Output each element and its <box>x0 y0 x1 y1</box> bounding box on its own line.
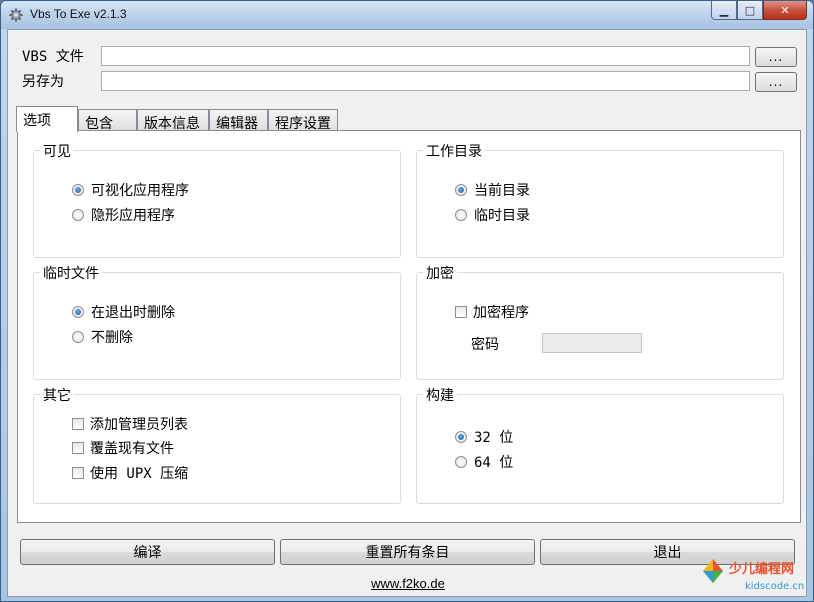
compile-button[interactable]: 编译 <box>20 539 275 565</box>
tab-editor[interactable]: 编辑器 <box>209 109 268 132</box>
radio-label: 隐形应用程序 <box>91 208 175 224</box>
radio-indicator <box>455 184 467 196</box>
radio-64-bit[interactable]: 64 位 <box>455 452 513 472</box>
checkbox-label: 覆盖现有文件 <box>90 441 174 457</box>
radio-indicator <box>455 209 467 221</box>
workdir-group: 工作目录 当前目录 临时目录 <box>416 141 784 258</box>
exit-label: 退出 <box>653 545 682 561</box>
radio-indicator <box>455 431 467 443</box>
checkbox-label: 添加管理员列表 <box>90 417 188 433</box>
vbs-file-input[interactable] <box>101 46 750 66</box>
radio-label: 在退出时删除 <box>91 305 175 321</box>
tab-version-info[interactable]: 版本信息 <box>137 109 209 132</box>
browse-vbs-label: ... <box>768 50 784 64</box>
save-as-input[interactable] <box>101 71 750 91</box>
minimize-button[interactable]: ▁ <box>711 1 737 20</box>
checkbox-add-admin-manifest[interactable]: 添加管理员列表 <box>72 414 188 434</box>
radio-indicator <box>72 306 84 318</box>
radio-indicator <box>455 456 467 468</box>
tab-options[interactable]: 选项 <box>16 106 78 132</box>
encrypt-group: 加密 加密程序 密码 <box>416 263 784 380</box>
radio-label: 64 位 <box>474 455 514 471</box>
reset-all-button[interactable]: 重置所有条目 <box>280 539 535 565</box>
password-label: 密码 <box>471 337 499 353</box>
website-link-text: www.f2ko.de <box>371 576 445 591</box>
checkbox-encrypt-program[interactable]: 加密程序 <box>455 302 529 322</box>
checkbox-upx-compress[interactable]: 使用 UPX 压缩 <box>72 463 188 483</box>
checkbox-indicator <box>72 467 84 479</box>
browse-save-button[interactable]: ... <box>755 72 797 92</box>
svg-text:kidscode.cn: kidscode.cn <box>745 581 804 592</box>
checkbox-label: 加密程序 <box>473 305 529 321</box>
svg-text:少儿编程网: 少儿编程网 <box>728 561 794 577</box>
close-button[interactable]: ✕ <box>763 1 807 20</box>
radio-label: 可视化应用程序 <box>91 183 189 199</box>
compile-label: 编译 <box>133 545 162 561</box>
workdir-group-title: 工作目录 <box>423 141 485 161</box>
other-group: 其它 添加管理员列表 覆盖现有文件 使用 UPX 压缩 <box>33 385 401 504</box>
reset-all-label: 重置所有条目 <box>365 545 450 561</box>
radio-label: 不删除 <box>91 330 133 346</box>
visible-group: 可见 可视化应用程序 隐形应用程序 <box>33 141 401 258</box>
radio-indicator <box>72 209 84 221</box>
encrypt-group-title: 加密 <box>423 263 457 283</box>
radio-delete-on-exit[interactable]: 在退出时删除 <box>72 302 175 322</box>
checkbox-label: 使用 UPX 压缩 <box>90 466 189 482</box>
app-window: Vbs To Exe v2.1.3 ▁ □ ✕ VBS 文件 ... 另存为 .… <box>0 0 814 602</box>
save-as-label: 另存为 <box>22 74 64 90</box>
tab-include[interactable]: 包含 <box>78 109 137 132</box>
options-panel: 可见 可视化应用程序 隐形应用程序 工作目录 当前目录 临时目录 临时文件 在退… <box>17 130 801 523</box>
vbs-file-label: VBS 文件 <box>22 49 84 65</box>
build-group-title: 构建 <box>423 385 457 405</box>
gear-icon <box>9 8 23 22</box>
caption-buttons: ▁ □ ✕ <box>711 1 807 21</box>
build-group: 构建 32 位 64 位 <box>416 385 784 504</box>
close-icon: ✕ <box>780 3 790 17</box>
radio-label: 32 位 <box>474 430 514 446</box>
radio-current-dir[interactable]: 当前目录 <box>455 180 530 200</box>
minimize-icon: ▁ <box>719 3 729 17</box>
radio-label: 临时目录 <box>474 208 530 224</box>
radio-invisible-app[interactable]: 隐形应用程序 <box>72 205 175 225</box>
browse-vbs-button[interactable]: ... <box>755 47 797 67</box>
radio-temp-dir[interactable]: 临时目录 <box>455 205 530 225</box>
password-input[interactable] <box>542 333 642 353</box>
visible-group-title: 可见 <box>40 141 74 161</box>
radio-do-not-delete[interactable]: 不删除 <box>72 327 133 347</box>
kidscode-watermark-logo: 少儿编程网 kidscode.cn <box>703 559 804 592</box>
tempfiles-group-title: 临时文件 <box>40 263 102 283</box>
other-group-title: 其它 <box>40 385 74 405</box>
radio-32-bit[interactable]: 32 位 <box>455 427 513 447</box>
radio-indicator <box>72 184 84 196</box>
checkbox-indicator <box>455 306 467 318</box>
radio-indicator <box>72 331 84 343</box>
maximize-icon: □ <box>744 3 756 17</box>
radio-visible-app[interactable]: 可视化应用程序 <box>72 180 189 200</box>
browse-save-label: ... <box>768 75 784 89</box>
checkbox-indicator <box>72 418 84 430</box>
tempfiles-group: 临时文件 在退出时删除 不删除 <box>33 263 401 380</box>
client-area: VBS 文件 ... 另存为 ... 选项 包含 版本信息 编辑器 程序设置 可… <box>7 29 807 597</box>
checkbox-indicator <box>72 442 84 454</box>
tab-program-settings[interactable]: 程序设置 <box>268 109 338 132</box>
website-link[interactable]: www.f2ko.de <box>8 576 808 591</box>
maximize-button[interactable]: □ <box>737 1 763 20</box>
title-bar[interactable]: Vbs To Exe v2.1.3 ▁ □ ✕ <box>1 1 813 29</box>
radio-label: 当前目录 <box>474 183 530 199</box>
checkbox-overwrite-files[interactable]: 覆盖现有文件 <box>72 438 174 458</box>
window-title: Vbs To Exe v2.1.3 <box>30 7 127 21</box>
